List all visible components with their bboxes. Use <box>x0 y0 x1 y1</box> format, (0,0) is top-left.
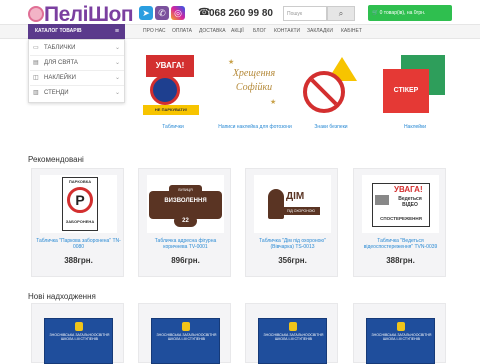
product-image-text: ВУЛИЦЯ <box>169 185 202 195</box>
chevron-down-icon: ⌄ <box>114 90 120 96</box>
plate-text: ЗНОСНІВСЬКА ЗАГАЛЬНООСВІТНЯ ШКОЛА І-ІІІ … <box>49 333 110 341</box>
product-name[interactable]: Табличка "Ведеться відеоспостереження" T… <box>358 238 443 250</box>
nav-cabinet[interactable]: КАБІНЕТ <box>341 28 362 34</box>
category-label-stickers[interactable]: Наклейки <box>370 124 460 130</box>
menu-icon: ≡ <box>114 28 119 35</box>
nav-delivery[interactable]: ДОСТАВКА <box>199 28 226 34</box>
category-label-plates[interactable]: Таблички <box>128 124 218 130</box>
coat-of-arms-icon <box>289 322 297 331</box>
catalog-item-label: ТАБЛИЧКИ <box>44 45 76 51</box>
product-name[interactable]: Табличка "Паркова заборонена" TN-0080 <box>36 238 121 250</box>
category-image-stickers[interactable]: СТІКЕР <box>383 55 447 117</box>
product-price: 356грн. <box>278 256 307 265</box>
chevron-down-icon: ⌄ <box>114 60 120 66</box>
chevron-down-icon: ⌄ <box>114 75 120 81</box>
search-button[interactable]: ⌕ <box>327 6 355 21</box>
camera-icon <box>375 195 389 205</box>
product-card[interactable]: ПАРКОВКА P ЗАБОРОНЕНА Табличка "Паркова … <box>31 168 124 277</box>
school-plate-image[interactable]: ЗНОСНІВСЬКА ЗАГАЛЬНООСВІТНЯ ШКОЛА І-ІІІ … <box>366 318 435 364</box>
product-image[interactable]: ПАРКОВКА P ЗАБОРОНЕНА <box>40 175 117 233</box>
search-input[interactable]: Пошук <box>283 6 327 21</box>
star-icon: ★ <box>270 99 277 106</box>
plate-caption: НЕ ПАРКУВАТИ! <box>143 105 199 115</box>
red-sticker: СТІКЕР <box>383 69 429 113</box>
plate-icon: ▭ <box>33 45 39 51</box>
product-card[interactable]: ЗНОСНІВСЬКА ЗАГАЛЬНООСВІТНЯ ШКОЛА І-ІІІ … <box>138 303 231 364</box>
product-image-text: ЗАБОРОНЕНА <box>65 219 95 224</box>
nav-payment[interactable]: ОПЛАТА <box>172 28 192 34</box>
product-image[interactable]: ДІМ ПІД ОХОРОНОЮ <box>254 175 331 233</box>
section-title-recommended: Рекомендовані <box>28 155 84 164</box>
catalog-item-label: ДЛЯ СВЯТА <box>44 60 78 66</box>
stand-icon: ▥ <box>33 90 39 96</box>
search-icon: ⌕ <box>338 9 344 18</box>
product-card[interactable]: ДІМ ПІД ОХОРОНОЮ Табличка "Дім під охоро… <box>245 168 338 277</box>
school-plate-image[interactable]: ЗНОСНІВСЬКА ЗАГАЛЬНООСВІТНЯ ШКОЛА І-ІІІ … <box>258 318 327 364</box>
product-image-text: ДІМ <box>286 191 305 202</box>
product-card[interactable]: УВАГА! Ведеться ВІДЕО СПОСТЕРЕЖЕННЯ Табл… <box>353 168 446 277</box>
nav-promo[interactable]: АКЦІЇ <box>231 28 244 34</box>
catalog-header[interactable]: КАТАЛОГ ТОВАРІВ ≡ <box>28 24 125 39</box>
category-label-safety[interactable]: Знаки безпеки <box>286 124 376 130</box>
sticker-icon: ◫ <box>33 75 39 81</box>
phone-number[interactable]: 068 260 99 80 <box>209 8 273 19</box>
coat-of-arms-icon <box>75 322 83 331</box>
product-card[interactable]: ЗНОСНІВСЬКА ЗАГАЛЬНООСВІТНЯ ШКОЛА І-ІІІ … <box>353 303 446 364</box>
nav-contacts[interactable]: КОНТАКТИ <box>274 28 300 34</box>
category-image-lettering[interactable]: Хрещення Софійки ★ ★ <box>220 58 286 114</box>
product-image-text: ПАРКОВКА <box>68 179 92 184</box>
school-plate-image[interactable]: ЗНОСНІВСЬКА ЗАГАЛЬНООСВІТНЯ ШКОЛА І-ІІІ … <box>151 318 220 364</box>
plate-text: ЗНОСНІВСЬКА ЗАГАЛЬНООСВІТНЯ ШКОЛА І-ІІІ … <box>263 333 324 341</box>
product-image-text: ПІД ОХОРОНОЮ <box>282 207 320 215</box>
product-price: 896грн. <box>171 256 200 265</box>
chevron-down-icon: ⌄ <box>114 45 120 51</box>
coat-of-arms-icon <box>182 322 190 331</box>
product-price: 388грн. <box>64 256 93 265</box>
product-price: 388грн. <box>386 256 415 265</box>
product-image[interactable]: УВАГА! Ведеться ВІДЕО СПОСТЕРЕЖЕННЯ <box>362 175 439 233</box>
product-card[interactable]: ЗНОСНІВСЬКА ЗАГАЛЬНООСВІТНЯ ШКОЛА І-ІІІ … <box>31 303 124 364</box>
catalog-item-holiday[interactable]: ▤ ДЛЯ СВЯТА ⌄ <box>30 56 124 71</box>
product-image-text: УВАГА! <box>394 185 423 194</box>
coat-of-arms-icon <box>397 322 405 331</box>
logo-mascot-icon[interactable] <box>28 6 44 22</box>
lettering-line-2: Софійки <box>235 82 273 93</box>
product-name[interactable]: Табличка адресна фігурна коричнева TV-00… <box>143 238 228 250</box>
telegram-icon[interactable]: ➤ <box>139 6 153 20</box>
product-image-text: Ведеться ВІДЕО <box>398 196 422 208</box>
product-image-text: СПОСТЕРЕЖЕННЯ <box>380 216 422 221</box>
nav-about[interactable]: ПРО НАС <box>143 28 166 34</box>
plate-text: ЗНОСНІВСЬКА ЗАГАЛЬНООСВІТНЯ ШКОЛА І-ІІІ … <box>156 333 217 341</box>
product-card[interactable]: ЗНОСНІВСЬКА ЗАГАЛЬНООСВІТНЯ ШКОЛА І-ІІІ … <box>245 303 338 364</box>
viber-icon[interactable]: ✆ <box>155 6 169 20</box>
section-title-new-arrivals: Нові надходження <box>28 292 96 301</box>
catalog-item-plates[interactable]: ▭ ТАБЛИЧКИ ⌄ <box>30 41 124 56</box>
product-image-text: ВИЗВОЛЕННЯ <box>164 198 207 204</box>
cart-icon: 🛒 <box>372 10 380 16</box>
catalog-title: КАТАЛОГ ТОВАРІВ <box>35 28 82 34</box>
school-plate-image[interactable]: ЗНОСНІВСЬКА ЗАГАЛЬНООСВІТНЯ ШКОЛА І-ІІІ … <box>44 318 113 364</box>
product-card[interactable]: ВУЛИЦЯ ВИЗВОЛЕННЯ 22 Табличка адресна фі… <box>138 168 231 277</box>
nav-bookmarks[interactable]: ЗАКЛАДКИ <box>307 28 333 34</box>
no-parking-sign-icon <box>150 75 180 105</box>
gift-icon: ▤ <box>33 60 39 66</box>
plate-text: ЗНОСНІВСЬКА ЗАГАЛЬНООСВІТНЯ ШКОЛА І-ІІІ … <box>371 333 432 341</box>
product-name[interactable]: Табличка "Дім під охороною" (Вівчарка) T… <box>250 238 335 250</box>
catalog-item-label: НАКЛЕЙКИ <box>44 75 76 81</box>
catalog-item-label: СТЕНДИ <box>44 90 69 96</box>
catalog-item-stickers[interactable]: ◫ НАКЛЕЙКИ ⌄ <box>30 71 124 86</box>
lettering-line-1: Хрещення <box>232 68 276 79</box>
catalog-item-stands[interactable]: ▥ СТЕНДИ ⌄ <box>30 86 124 101</box>
cart-button[interactable]: 🛒 0 товар(ів), на 0грн. <box>368 5 452 21</box>
plate-warning-banner: УВАГА! <box>146 55 194 77</box>
category-image-safety[interactable] <box>303 57 359 117</box>
instagram-icon[interactable]: ◎ <box>171 6 185 20</box>
category-image-plates[interactable]: УВАГА! НЕ ПАРКУВАТИ! <box>140 55 206 117</box>
star-icon: ★ <box>228 59 235 66</box>
parking-p-icon: P <box>67 187 93 213</box>
cart-label: 0 товар(ів), на 0грн. <box>379 10 426 16</box>
nav-blog[interactable]: БЛОГ <box>253 28 266 34</box>
product-image-text: 22 <box>174 215 197 227</box>
product-image[interactable]: ВУЛИЦЯ ВИЗВОЛЕННЯ 22 <box>147 175 224 233</box>
